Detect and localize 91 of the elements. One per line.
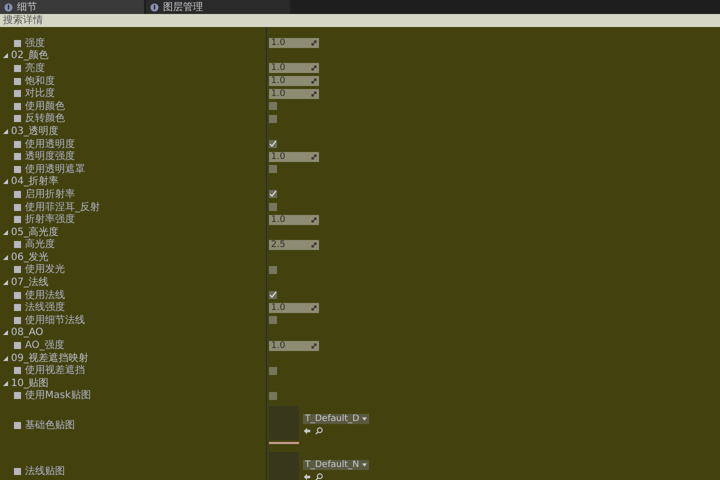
group-header[interactable]: 02_颜色	[11, 50, 49, 62]
checkbox[interactable]	[269, 140, 277, 148]
resize-arrows-icon	[311, 90, 317, 97]
property-label: 使用视差遮挡	[25, 365, 85, 376]
group-header[interactable]: 06_发光	[11, 252, 49, 263]
resize-arrows-icon	[311, 78, 317, 84]
expand-caret-icon[interactable]	[3, 280, 8, 286]
property-label: 使用法线	[25, 290, 65, 301]
checkbox[interactable]	[269, 392, 277, 400]
property-label: 启用折射率	[25, 188, 75, 200]
resize-arrows-icon	[311, 65, 317, 72]
group-header[interactable]: 04_折射率	[11, 176, 59, 188]
property-label: 饱和度	[25, 76, 55, 87]
checkbox[interactable]	[269, 266, 277, 274]
resize-arrows-icon	[311, 216, 317, 223]
property-label: AO_强度	[25, 340, 65, 352]
property-label: 法线贴图	[25, 466, 65, 477]
property-icon	[14, 367, 21, 374]
property-label: 使用菲涅耳_反射	[25, 202, 100, 213]
property-label: 使用透明度	[25, 138, 75, 150]
expand-caret-icon[interactable]	[3, 254, 8, 260]
search-icon[interactable]	[315, 427, 323, 436]
property-label: 法线强度	[25, 302, 65, 314]
resize-arrows-icon	[311, 40, 317, 46]
checkbox[interactable]	[269, 291, 277, 300]
checkbox[interactable]	[269, 165, 277, 174]
checkbox[interactable]	[269, 114, 277, 123]
search-field[interactable]: 搜索详情	[0, 14, 720, 27]
expand-caret-icon[interactable]	[3, 330, 8, 336]
arrow-left-icon[interactable]	[303, 473, 311, 480]
checkbox[interactable]	[269, 366, 277, 375]
property-label: 使用颜色	[25, 100, 65, 112]
number-field[interactable]: 1.0	[269, 38, 319, 48]
checkbox[interactable]	[269, 316, 277, 324]
property-label: 反转颜色	[25, 113, 65, 124]
property-icon	[14, 342, 21, 350]
property-label: 亮度	[25, 62, 45, 74]
number-field[interactable]: 1.0	[269, 214, 319, 225]
search-icon[interactable]	[315, 473, 323, 480]
property-icon	[14, 392, 21, 400]
group-header[interactable]: 05_高光度	[11, 226, 59, 238]
dropdown-caret-icon	[362, 417, 368, 422]
group-header[interactable]: 08_AO	[11, 327, 44, 338]
property-icon	[14, 468, 21, 475]
group-header[interactable]: 10_贴图	[11, 378, 49, 389]
expand-caret-icon[interactable]	[3, 179, 8, 184]
group-header[interactable]: 03_透明度	[11, 126, 59, 137]
info-icon	[4, 2, 13, 12]
texture-thumbnail[interactable]	[269, 406, 299, 440]
tab[interactable]: 细节	[0, 0, 144, 14]
property-label: 透明度强度	[25, 151, 75, 162]
resize-arrows-icon	[311, 342, 317, 349]
property-label: 基础色贴图	[25, 420, 75, 431]
info-icon	[150, 2, 159, 12]
property-icon	[14, 241, 21, 248]
resize-arrows-icon	[311, 304, 317, 311]
property-label: 折射率强度	[25, 214, 75, 226]
property-icon	[14, 422, 21, 429]
asset-dropdown[interactable]: T_Default_N	[303, 460, 370, 470]
property-icon	[14, 266, 21, 274]
dropdown-caret-icon	[362, 463, 368, 468]
number-field[interactable]: 1.0	[269, 63, 319, 74]
checkbox[interactable]	[269, 203, 277, 212]
property-label: 使用发光	[25, 264, 65, 276]
checkbox[interactable]	[269, 190, 277, 198]
number-field[interactable]: 1.0	[269, 88, 319, 99]
number-field[interactable]: 2.5	[269, 240, 319, 250]
resize-arrows-icon	[311, 154, 317, 160]
property-label: 强度	[25, 38, 45, 49]
property-label: 使用细节法线	[25, 314, 85, 326]
property-label: 使用透明遮罩	[25, 164, 85, 175]
number-field[interactable]: 1.0	[269, 152, 319, 162]
property-label: 对比度	[25, 88, 55, 100]
property-label: 使用Mask贴图	[25, 390, 91, 402]
number-field[interactable]: 1.0	[269, 340, 319, 351]
expand-caret-icon[interactable]	[3, 230, 8, 235]
expand-caret-icon[interactable]	[3, 380, 8, 386]
arrow-left-icon[interactable]	[303, 427, 311, 436]
expand-caret-icon[interactable]	[3, 53, 8, 58]
group-header[interactable]: 07_法线	[11, 277, 49, 288]
expand-caret-icon[interactable]	[3, 128, 8, 134]
checkbox[interactable]	[269, 102, 277, 110]
tab[interactable]: 图层管理	[146, 0, 290, 14]
number-field[interactable]: 1.0	[269, 76, 319, 86]
resize-arrows-icon	[311, 242, 317, 248]
property-label: 高光度	[25, 239, 55, 250]
property-icon	[14, 40, 21, 47]
group-header[interactable]: 09_视差遮挡映射	[11, 352, 89, 364]
expand-caret-icon[interactable]	[3, 356, 8, 361]
number-field[interactable]: 1.0	[269, 302, 319, 313]
asset-dropdown[interactable]: T_Default_D	[303, 414, 370, 424]
